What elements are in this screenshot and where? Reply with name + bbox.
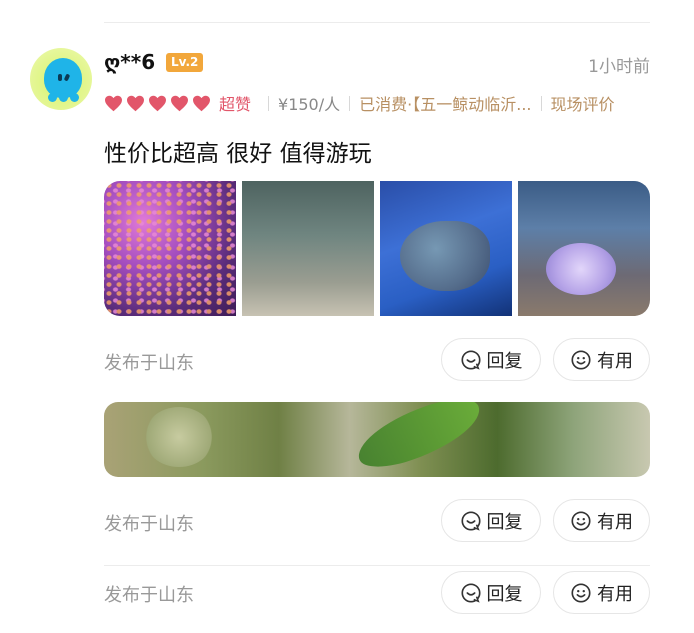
purple-jellyfish-photo[interactable] bbox=[104, 181, 236, 316]
reply-label: 回复 bbox=[486, 583, 523, 605]
useful-label: 有用 bbox=[597, 511, 633, 533]
scene-review-label: 现场评价 bbox=[550, 95, 615, 114]
reply-label: 回复 bbox=[486, 511, 523, 533]
sea-turtle-photo[interactable] bbox=[380, 181, 512, 316]
post-location: 发布于山东 bbox=[104, 353, 194, 374]
post-location: 发布于山东 bbox=[104, 514, 194, 535]
useful-button[interactable]: 有用 bbox=[553, 571, 650, 614]
username[interactable]: ღ**6 bbox=[104, 50, 155, 74]
avatar[interactable] bbox=[30, 48, 92, 110]
review-text: 性价比超高 很好 值得游玩 bbox=[104, 141, 372, 167]
useful-label: 有用 bbox=[597, 350, 633, 372]
coral-tank-photo[interactable] bbox=[518, 181, 650, 316]
avatar-mascot-icon bbox=[44, 58, 82, 102]
spend-link[interactable]: 已消费·【五一鲸动临沂... bbox=[359, 91, 531, 115]
rating-label: 超赞 bbox=[219, 95, 252, 114]
fish-school-photo[interactable] bbox=[242, 181, 374, 316]
reply-button[interactable]: 回复 bbox=[441, 338, 541, 381]
review-meta: 超赞 ¥150/人 已消费·【五一鲸动临沂... 现场评价 bbox=[104, 92, 615, 114]
post-location: 发布于山东 bbox=[104, 585, 194, 606]
price-per-person: ¥150/人 bbox=[278, 95, 341, 114]
post-time: 1小时前 bbox=[588, 57, 650, 77]
heart-icon bbox=[105, 95, 122, 111]
leaf-photo[interactable] bbox=[104, 402, 650, 477]
heart-icon bbox=[171, 95, 188, 111]
heart-icon bbox=[149, 95, 166, 111]
post-divider bbox=[104, 565, 650, 566]
reply-icon bbox=[460, 349, 481, 370]
photo-gallery bbox=[104, 181, 650, 316]
reply-icon bbox=[460, 510, 481, 531]
smile-icon bbox=[571, 349, 591, 370]
separator bbox=[268, 95, 270, 111]
reply-button[interactable]: 回复 bbox=[441, 499, 541, 542]
reply-icon bbox=[460, 582, 481, 603]
reply-label: 回复 bbox=[486, 350, 523, 372]
heart-icon bbox=[127, 95, 144, 111]
smile-icon bbox=[571, 510, 591, 531]
heart-icon bbox=[193, 95, 210, 111]
level-badge: Lv.2 bbox=[166, 53, 204, 72]
useful-button[interactable]: 有用 bbox=[553, 499, 650, 542]
top-divider bbox=[104, 22, 650, 23]
useful-label: 有用 bbox=[597, 583, 633, 605]
useful-button[interactable]: 有用 bbox=[553, 338, 650, 381]
separator bbox=[349, 95, 351, 111]
smile-icon bbox=[571, 582, 591, 603]
separator bbox=[540, 95, 542, 111]
rating-hearts bbox=[104, 95, 211, 112]
reply-button[interactable]: 回复 bbox=[441, 571, 541, 614]
